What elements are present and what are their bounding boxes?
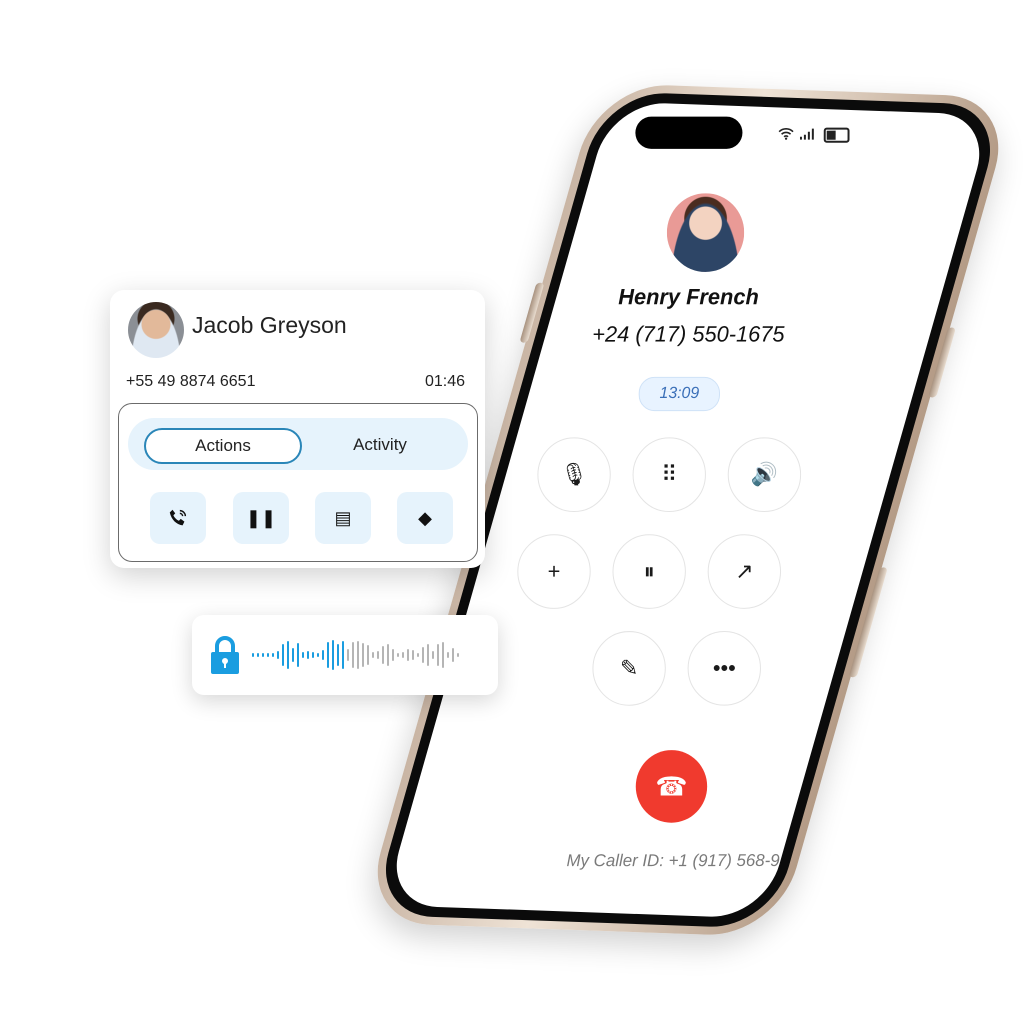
waveform-bar — [292, 648, 294, 662]
tag-button[interactable]: ◆ — [397, 492, 453, 544]
end-call-button[interactable]: ☎ — [635, 750, 708, 823]
call-screen: 09:32 Henry French +24 (717) 550-1675 13… — [497, 104, 880, 915]
call-recording-icon — [169, 509, 187, 526]
my-caller-id: My Caller ID: +1 (917) 568-9878 — [566, 850, 808, 871]
waveform-bar — [262, 653, 264, 657]
call-card: Jacob Greyson +55 49 8874 6651 01:46 Act… — [110, 290, 485, 568]
tag-icon: ◆ — [418, 507, 432, 528]
waveform-bar — [342, 641, 344, 669]
waveform-bar — [352, 642, 354, 668]
waveform-bar — [362, 643, 364, 667]
waveform-bar — [377, 651, 379, 659]
waveform-bar — [327, 642, 329, 668]
waveform-bar — [267, 653, 269, 657]
hold-icon: ⏸ — [643, 558, 655, 584]
waveform-bar — [457, 653, 459, 657]
waveform-bar — [392, 649, 394, 661]
tab-actions[interactable]: Actions — [144, 428, 302, 464]
audio-waveform[interactable] — [252, 637, 459, 673]
waveform-bar — [337, 644, 339, 666]
keypad-icon: ⠿ — [661, 461, 678, 487]
notes-button[interactable]: ✎ — [592, 631, 666, 706]
recording-card — [192, 615, 498, 695]
waveform-bar — [252, 653, 254, 657]
caller-avatar — [128, 302, 184, 358]
more-button[interactable]: ••• — [687, 631, 762, 706]
hold-button[interactable]: ⏸ — [612, 534, 686, 609]
call-recording-button[interactable] — [150, 492, 206, 544]
waveform-bar — [412, 650, 414, 660]
waveform-bar — [312, 652, 314, 658]
actions-panel: Actions Activity ❚❚ ▤ ◆ — [118, 403, 478, 562]
waveform-bar — [357, 641, 359, 669]
tab-activity[interactable]: Activity — [300, 428, 460, 462]
waveform-bar — [382, 646, 384, 664]
waveform-bar — [397, 653, 399, 657]
notes-icon: ✎ — [619, 655, 639, 681]
waveform-bar — [447, 652, 449, 658]
battery-icon — [823, 127, 850, 143]
waveform-bar — [402, 652, 404, 658]
pause-button[interactable]: ❚❚ — [233, 492, 289, 544]
contact-avatar — [666, 193, 745, 272]
call-duration: 01:46 — [424, 373, 465, 390]
mute-button[interactable]: 🎙 — [537, 437, 611, 513]
caller-name: Jacob Greyson — [192, 312, 347, 338]
waveform-bar — [307, 651, 309, 659]
dynamic-island — [635, 116, 743, 149]
more-icon: ••• — [712, 655, 736, 681]
waveform-bar — [297, 643, 299, 667]
waveform-bar — [422, 647, 424, 663]
waveform-bar — [287, 641, 289, 669]
waveform-bar — [282, 644, 284, 666]
contact-number: +24 (717) 550-1675 — [592, 321, 785, 347]
wifi-icon — [778, 127, 794, 142]
waveform-bar — [277, 651, 279, 659]
speaker-icon: 🔊 — [750, 461, 779, 487]
waveform-bar — [452, 648, 454, 662]
transfer-button[interactable]: ↗ — [707, 534, 782, 609]
waveform-bar — [332, 640, 334, 670]
status-icons — [778, 127, 850, 143]
waveform-bar — [302, 652, 304, 658]
add-call-button[interactable]: + — [517, 534, 591, 609]
pause-icon: ❚❚ — [245, 507, 277, 528]
waveform-bar — [387, 644, 389, 666]
waveform-bar — [257, 653, 259, 657]
document-icon: ▤ — [334, 507, 352, 528]
caller-number: +55 49 8874 6651 — [126, 373, 256, 390]
waveform-bar — [407, 649, 409, 661]
waveform-bar — [372, 652, 374, 658]
call-timer: 13:09 — [638, 376, 721, 412]
waveform-bar — [272, 653, 274, 657]
waveform-bar — [317, 653, 319, 657]
waveform-bar — [367, 645, 369, 665]
add-call-icon: + — [547, 558, 561, 584]
waveform-bar — [417, 653, 419, 657]
waveform-bar — [432, 651, 434, 659]
keypad-button[interactable]: ⠿ — [632, 437, 707, 513]
transfer-arrow-icon: ↗ — [735, 558, 754, 584]
waveform-bar — [437, 644, 439, 666]
speaker-button[interactable]: 🔊 — [727, 437, 802, 513]
mute-mic-icon: 🎙 — [560, 461, 588, 487]
lock-icon — [211, 636, 239, 674]
waveform-bar — [322, 650, 324, 660]
status-time: 09:32 — [538, 127, 571, 143]
tab-bar: Actions Activity — [128, 418, 468, 470]
waveform-bar — [427, 644, 429, 666]
waveform-bar — [347, 649, 349, 661]
document-button[interactable]: ▤ — [315, 492, 371, 544]
hang-up-icon: ☎ — [655, 770, 688, 802]
waveform-bar — [442, 642, 444, 668]
signal-icon — [799, 127, 818, 142]
